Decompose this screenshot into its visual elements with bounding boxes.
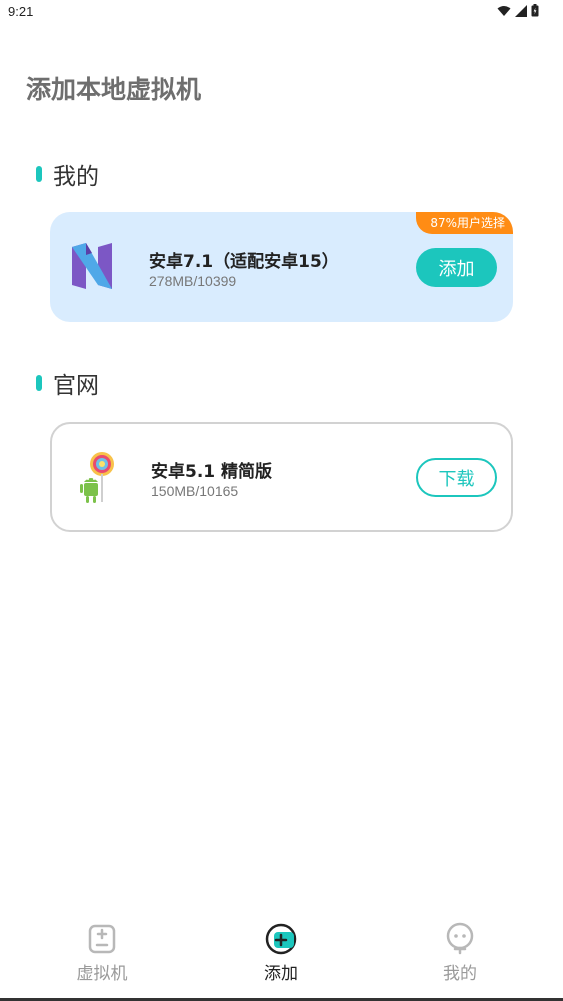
signal-icon: [515, 4, 527, 17]
nav-item-add[interactable]: 添加: [221, 915, 341, 995]
nav-label: 添加: [264, 964, 298, 984]
vm-card-android-7[interactable]: 安卓7.1（适配安卓15） 278MB/10399 87%用户选择 添加: [50, 212, 513, 322]
nav-item-virtual-machine[interactable]: 虚拟机: [42, 915, 162, 995]
vm-size: 278MB/10399: [149, 273, 237, 289]
virtual-machine-icon: [88, 924, 116, 954]
battery-icon: [531, 4, 539, 17]
nav-label: 虚拟机: [76, 964, 128, 984]
popularity-badge: 87%用户选择: [416, 212, 513, 234]
status-bar: 9:21: [0, 0, 563, 24]
add-button[interactable]: 添加: [416, 248, 497, 287]
android-lollipop-logo-icon: [78, 448, 130, 504]
bottom-nav: 虚拟机 添加 我的: [0, 915, 563, 1001]
section-marker: [36, 166, 42, 182]
vm-size: 150MB/10165: [151, 483, 239, 499]
wifi-icon: [497, 5, 511, 16]
section-label-official: 官网: [53, 373, 99, 399]
status-time: 9:21: [8, 4, 34, 19]
vm-card-android-5[interactable]: 安卓5.1 精简版 150MB/10165 下载: [50, 422, 513, 532]
section-header-official: 官网: [36, 366, 99, 400]
android-nougat-logo-icon: [68, 239, 120, 295]
status-icons: [497, 4, 539, 17]
section-label-mine: 我的: [53, 164, 99, 190]
vm-name: 安卓7.1（适配安卓15）: [149, 252, 339, 272]
vm-name: 安卓5.1 精简版: [151, 462, 273, 482]
section-header-mine: 我的: [36, 157, 99, 191]
nav-label: 我的: [443, 964, 477, 984]
page-title: 添加本地虚拟机: [26, 75, 202, 104]
download-button[interactable]: 下载: [416, 458, 497, 497]
add-icon: [265, 923, 297, 955]
profile-icon: [446, 922, 474, 955]
nav-item-profile[interactable]: 我的: [400, 915, 520, 995]
section-marker: [36, 375, 42, 391]
